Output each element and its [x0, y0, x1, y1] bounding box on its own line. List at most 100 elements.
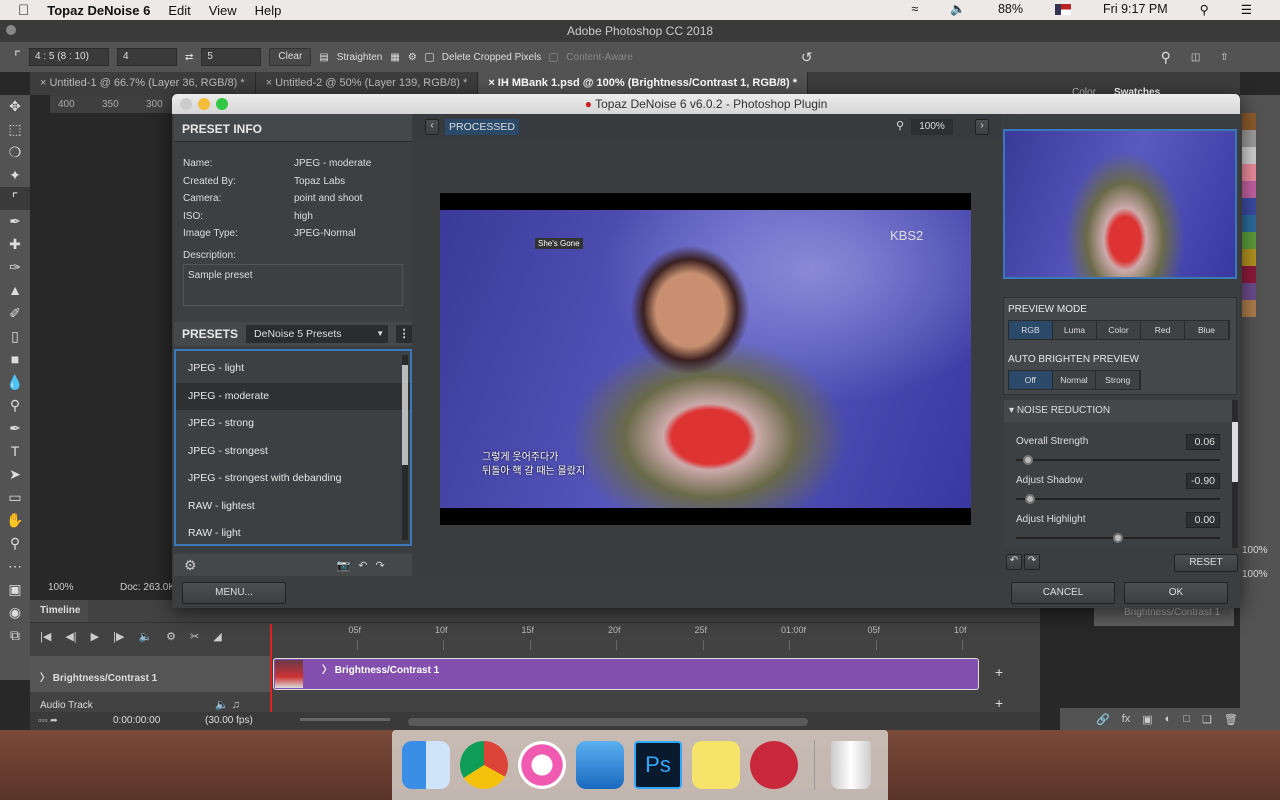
tab-untitled-2[interactable]: × Untitled-2 @ 50% (Layer 139, RGB/8) *	[256, 72, 479, 95]
ratio-select[interactable]: 4 : 5 (8 : 10)	[29, 48, 110, 66]
blur-tool-icon[interactable]: 💧	[0, 371, 30, 394]
swatch[interactable]	[1242, 164, 1256, 181]
color-swatches-icon[interactable]: ▣	[0, 578, 30, 601]
notification-center-icon[interactable]: ☰	[1241, 2, 1252, 17]
share-icon[interactable]: ⇧	[1220, 52, 1228, 63]
height-input[interactable]: 5	[201, 48, 262, 66]
description-field[interactable]: Sample preset	[183, 263, 403, 306]
topaz-icon[interactable]	[750, 741, 798, 789]
undo-icon[interactable]: ↶	[1006, 554, 1022, 570]
redo-icon[interactable]: ↷	[1024, 554, 1040, 570]
prev-view-button[interactable]: ‹	[425, 119, 439, 135]
tab-ih-mbank[interactable]: × IH MBank 1.psd @ 100% (Brightness/Cont…	[478, 72, 809, 95]
link-icon[interactable]: 🔗	[1096, 713, 1110, 726]
stickies-icon[interactable]	[692, 741, 740, 789]
slider-track[interactable]	[1016, 533, 1220, 543]
swap-icon[interactable]: ⇄	[185, 52, 193, 63]
swatch[interactable]	[1242, 130, 1256, 147]
swatch[interactable]	[1242, 198, 1256, 215]
next-view-button[interactable]: ›	[975, 119, 989, 135]
itunes-icon[interactable]	[518, 741, 566, 789]
pen-tool-icon[interactable]: ✒	[0, 417, 30, 440]
volume-icon[interactable]: 🔈	[950, 2, 966, 17]
new-layer-icon[interactable]: ❏	[1202, 713, 1212, 726]
more-tools-icon[interactable]: ⋯	[0, 555, 30, 578]
slider-value[interactable]: 0.06	[1186, 434, 1220, 450]
preset-item[interactable]: RAW - lightest	[176, 493, 410, 521]
menu-button[interactable]: MENU...	[182, 582, 286, 604]
tab-untitled-1[interactable]: × Untitled-1 @ 66.7% (Layer 36, RGB/8) *	[30, 72, 256, 95]
play-icon[interactable]: ▶	[91, 630, 99, 643]
eyedropper-icon[interactable]: ✒	[0, 210, 30, 233]
spotlight-icon[interactable]: ⚲	[1200, 2, 1209, 17]
timeline-scrollbar[interactable]	[408, 718, 808, 726]
clock[interactable]: Fri 9:17 PM	[1103, 2, 1168, 17]
crop-tool-icon[interactable]: ⌜	[14, 48, 21, 66]
opacity-value[interactable]: 100%	[1242, 545, 1268, 556]
processed-label[interactable]: PROCESSED	[445, 119, 519, 135]
redo-preset-icon[interactable]: ↷	[375, 559, 384, 572]
reset-button[interactable]: RESET	[1174, 554, 1238, 572]
swatch[interactable]	[1242, 283, 1256, 300]
preset-item[interactable]: RAW - light	[176, 520, 410, 548]
folder-icon[interactable]: □	[1183, 713, 1190, 725]
move-tool-icon[interactable]: ✥	[0, 95, 30, 118]
path-select-icon[interactable]: ➤	[0, 463, 30, 486]
content-aware-checkbox[interactable]	[549, 52, 559, 62]
zoom-icon[interactable]: ⚲	[896, 119, 904, 132]
zoom-tool-icon[interactable]: ⚲	[0, 532, 30, 555]
swatch[interactable]	[1242, 266, 1256, 283]
delete-cropped-checkbox[interactable]	[424, 52, 434, 62]
adjustment-icon[interactable]: ◐	[1165, 713, 1172, 725]
option-off[interactable]: Off	[1009, 371, 1053, 389]
more-options-icon[interactable]: ⋮	[396, 325, 412, 343]
preset-item[interactable]: JPEG - strong	[176, 410, 410, 438]
audio-track-icons[interactable]: 🔈 ♫	[215, 698, 240, 711]
noise-reduction-header[interactable]: ▾ NOISE REDUCTION	[1004, 400, 1232, 422]
straighten-icon[interactable]: ▤	[319, 52, 328, 63]
workspace-icon[interactable]: ◫	[1191, 52, 1200, 63]
add-media-button[interactable]: +	[995, 664, 1003, 680]
gear-icon[interactable]: ⚙	[408, 52, 417, 63]
option-luma[interactable]: Luma	[1053, 321, 1097, 339]
swatch[interactable]	[1242, 147, 1256, 164]
width-input[interactable]: 4	[117, 48, 178, 66]
eraser-icon[interactable]: ▯	[0, 325, 30, 348]
timeline-tab[interactable]: Timeline	[30, 600, 88, 622]
menu-view[interactable]: View	[209, 3, 237, 18]
camera-icon[interactable]: 📷	[337, 559, 351, 572]
option-blue[interactable]: Blue	[1185, 321, 1229, 339]
maximize-button[interactable]	[216, 98, 228, 110]
word-icon[interactable]	[576, 741, 624, 789]
transition-icon[interactable]: ◢	[213, 630, 221, 643]
fill-value[interactable]: 100%	[1242, 569, 1268, 580]
slider-value[interactable]: 0.00	[1186, 512, 1220, 528]
trash-icon[interactable]: 🗑	[1224, 713, 1238, 726]
cancel-button[interactable]: CANCEL	[1011, 582, 1115, 604]
quick-mask-icon[interactable]: ◉	[0, 601, 30, 624]
menu-edit[interactable]: Edit	[168, 3, 190, 18]
battery-percent[interactable]: 88%	[998, 2, 1023, 17]
close-window-button[interactable]	[6, 25, 16, 35]
track-header[interactable]: 〉 Brightness/Contrast 1	[30, 656, 270, 692]
preset-item[interactable]: JPEG - moderate	[176, 382, 410, 410]
trash-icon[interactable]	[831, 741, 871, 789]
preset-scrollbar[interactable]	[402, 355, 408, 540]
settings-scrollbar[interactable]	[1232, 400, 1238, 548]
zoom-level[interactable]: 100%	[911, 119, 953, 135]
zoom-slider[interactable]	[300, 718, 390, 721]
lasso-tool-icon[interactable]: ❍	[0, 141, 30, 164]
preview-image[interactable]: KBS2 She's Gone 그렇게 웃어주다가 뒤돌아 핵 갈 때는 몰랐지	[440, 193, 971, 525]
preset-item[interactable]: JPEG - light	[176, 355, 410, 383]
preview-area[interactable]: KBS2 She's Gone 그렇게 웃어주다가 뒤돌아 핵 갈 때는 몰랐지	[413, 140, 1001, 574]
undo-preset-icon[interactable]: ↶	[358, 559, 367, 572]
time-ruler[interactable]: 05f 10f 15f 20f 25f 01:00f 05f 10f	[270, 624, 1010, 654]
marquee-tool-icon[interactable]: ⬚	[0, 118, 30, 141]
brush-tool-icon[interactable]: ✑	[0, 256, 30, 279]
menu-help[interactable]: Help	[255, 3, 282, 18]
apple-icon[interactable]: 	[18, 2, 29, 19]
option-red[interactable]: Red	[1141, 321, 1185, 339]
swatch[interactable]	[1242, 232, 1256, 249]
history-brush-icon[interactable]: ✐	[0, 302, 30, 325]
option-strong[interactable]: Strong	[1096, 371, 1141, 389]
